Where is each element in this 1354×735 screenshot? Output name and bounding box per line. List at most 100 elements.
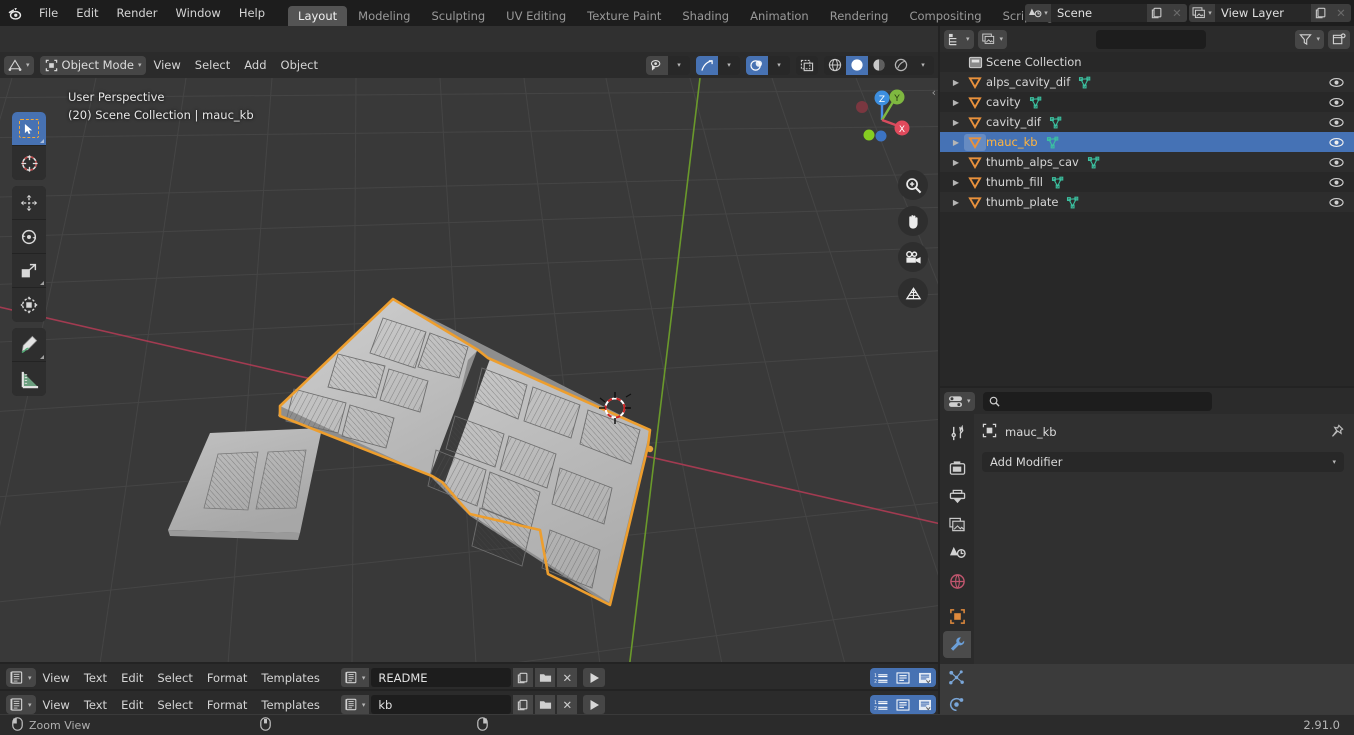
- text-editor-2-editor-type-dropdown[interactable]: ▾: [6, 695, 36, 714]
- mesh-data-icon[interactable]: [1051, 176, 1065, 189]
- text-editor-1-menu-edit[interactable]: Edit: [114, 665, 150, 691]
- workspace-tab-uv-editing[interactable]: UV Editing: [496, 6, 576, 26]
- text-editor-1-menu-select[interactable]: Select: [150, 665, 199, 691]
- transform-tool[interactable]: [12, 288, 46, 322]
- shading-chevron-icon[interactable]: ▾: [912, 55, 934, 75]
- annotate-tool[interactable]: [12, 328, 46, 362]
- render-tab[interactable]: [943, 455, 971, 481]
- text-editor-2-new-button[interactable]: [513, 695, 534, 714]
- toggle-xray-icon[interactable]: [796, 55, 818, 75]
- properties-search-field[interactable]: [1004, 394, 1206, 408]
- expand-triangle-icon[interactable]: ▶: [948, 158, 964, 167]
- view-layer-new-button[interactable]: [1311, 4, 1331, 22]
- shading-material-icon[interactable]: [868, 55, 890, 75]
- text-editor-1-run-button[interactable]: [583, 668, 606, 687]
- eye-icon[interactable]: [1329, 72, 1344, 92]
- scene-new-button[interactable]: [1147, 4, 1167, 22]
- text-editor-1-new-button[interactable]: [513, 668, 534, 687]
- viewport-menu-view[interactable]: View: [146, 52, 187, 78]
- blender-logo-icon[interactable]: [0, 0, 30, 26]
- text-editor-1-menu-view[interactable]: View: [36, 665, 77, 691]
- gizmo-chevron-icon[interactable]: ▾: [718, 55, 740, 75]
- properties-editor-type-dropdown[interactable]: ▾: [944, 391, 975, 411]
- visibility-chevron-icon[interactable]: ▾: [668, 55, 690, 75]
- expand-triangle-icon[interactable]: ▶: [948, 118, 964, 127]
- text-editor-1-menu-format[interactable]: Format: [200, 665, 255, 691]
- add-modifier-button[interactable]: Add Modifier ▾: [982, 452, 1344, 472]
- workspace-tab-rendering[interactable]: Rendering: [820, 6, 899, 26]
- scale-tool[interactable]: [12, 254, 46, 288]
- menu-edit[interactable]: Edit: [67, 0, 107, 26]
- text-datablock-icon[interactable]: ▾: [340, 695, 370, 714]
- expand-triangle-icon[interactable]: ▶: [948, 138, 964, 147]
- camera-view-icon[interactable]: [898, 242, 928, 272]
- expand-triangle-icon[interactable]: ▶: [948, 198, 964, 207]
- outliner-item-mauc_kb[interactable]: ▶ mauc_kb: [940, 132, 1354, 152]
- shading-wireframe-icon[interactable]: [824, 55, 846, 75]
- sidebar-collapse-arrow-icon[interactable]: ‹: [932, 86, 936, 99]
- text-editor-2-open-button[interactable]: [535, 695, 556, 714]
- menu-file[interactable]: File: [30, 0, 67, 26]
- outliner-editor[interactable]: ▾ ▾ ▾ Scene Collection ▶ alps_cavity_dif…: [940, 26, 1354, 386]
- world-tab[interactable]: [943, 568, 971, 594]
- horizontal-splitter-text1-text2[interactable]: [0, 689, 938, 691]
- workspace-tab-animation[interactable]: Animation: [740, 6, 819, 26]
- line-numbers-icon[interactable]: 12: [870, 695, 892, 714]
- zoom-icon[interactable]: [898, 170, 928, 200]
- rotate-tool[interactable]: [12, 220, 46, 254]
- line-numbers-icon[interactable]: 12: [870, 668, 892, 687]
- outliner-search-field[interactable]: [1107, 32, 1253, 46]
- expand-triangle-icon[interactable]: ▶: [948, 98, 964, 107]
- workspace-tab-texture-paint[interactable]: Texture Paint: [577, 6, 671, 26]
- overlays-chevron-icon[interactable]: ▾: [768, 55, 790, 75]
- move-tool[interactable]: [12, 186, 46, 220]
- pin-icon[interactable]: [1329, 424, 1344, 442]
- expand-triangle-icon[interactable]: ▶: [948, 78, 964, 87]
- viewport-menu-add[interactable]: Add: [237, 52, 273, 78]
- workspace-tab-sculpting[interactable]: Sculpting: [421, 6, 495, 26]
- mesh-data-icon[interactable]: [1049, 116, 1063, 129]
- navigation-gizmo[interactable]: Z Y X: [844, 82, 920, 158]
- mesh-data-icon[interactable]: [1046, 136, 1060, 149]
- outliner-root-row[interactable]: Scene Collection: [940, 52, 1354, 72]
- scene-tab[interactable]: [943, 540, 971, 566]
- word-wrap-icon[interactable]: [892, 695, 914, 714]
- outliner-item-cavity[interactable]: ▶ cavity: [940, 92, 1354, 112]
- outliner-filter-button[interactable]: ▾: [1295, 29, 1324, 49]
- eye-icon[interactable]: [1329, 172, 1344, 192]
- new-collection-button[interactable]: [1328, 29, 1350, 49]
- shading-rendered-icon[interactable]: [890, 55, 912, 75]
- menu-help[interactable]: Help: [230, 0, 274, 26]
- output-tab[interactable]: [943, 483, 971, 509]
- show-gizmo-icon[interactable]: [696, 55, 718, 75]
- text-editor-1-editor-type-dropdown[interactable]: ▾: [6, 668, 36, 687]
- outliner-display-mode-dropdown[interactable]: ▾: [977, 29, 1008, 49]
- outliner-item-thumb_alps_cav[interactable]: ▶ thumb_alps_cav: [940, 152, 1354, 172]
- mesh-data-icon[interactable]: [1066, 196, 1080, 209]
- editor-type-dropdown[interactable]: ▾: [4, 55, 34, 75]
- eye-icon[interactable]: [1329, 192, 1344, 212]
- mesh-data-icon[interactable]: [1078, 76, 1092, 89]
- object-mode-dropdown[interactable]: Object Mode ▾: [39, 55, 147, 75]
- eye-icon[interactable]: [1329, 112, 1344, 132]
- workspace-tab-modeling[interactable]: Modeling: [348, 6, 420, 26]
- workspace-tab-compositing[interactable]: Compositing: [899, 6, 991, 26]
- text-datablock-icon[interactable]: ▾: [340, 668, 370, 687]
- outliner-item-thumb_fill[interactable]: ▶ thumb_fill: [940, 172, 1354, 192]
- view-layer-datablock[interactable]: ▾ View Layer ✕: [1189, 4, 1351, 22]
- toggle-ortho-icon[interactable]: [898, 278, 928, 308]
- view-layer-tab[interactable]: [943, 512, 971, 538]
- eye-icon[interactable]: [1329, 92, 1344, 112]
- modifier-tab[interactable]: [943, 631, 971, 658]
- outliner-editor-type-dropdown[interactable]: ▾: [944, 29, 974, 49]
- text-editor-2-filename[interactable]: kb: [371, 695, 512, 714]
- text-editor-2-run-button[interactable]: [583, 695, 606, 714]
- text-editor-1-menu-text[interactable]: Text: [77, 665, 114, 691]
- shading-solid-icon[interactable]: [846, 55, 868, 75]
- show-gizmo-visibility-icon[interactable]: [646, 55, 668, 75]
- particles-icon[interactable]: [948, 664, 965, 691]
- scene-unlink-button[interactable]: ✕: [1167, 4, 1187, 22]
- outliner-item-cavity_dif[interactable]: ▶ cavity_dif: [940, 112, 1354, 132]
- properties-search-input[interactable]: [982, 391, 1212, 411]
- mesh-data-icon[interactable]: [1087, 156, 1101, 169]
